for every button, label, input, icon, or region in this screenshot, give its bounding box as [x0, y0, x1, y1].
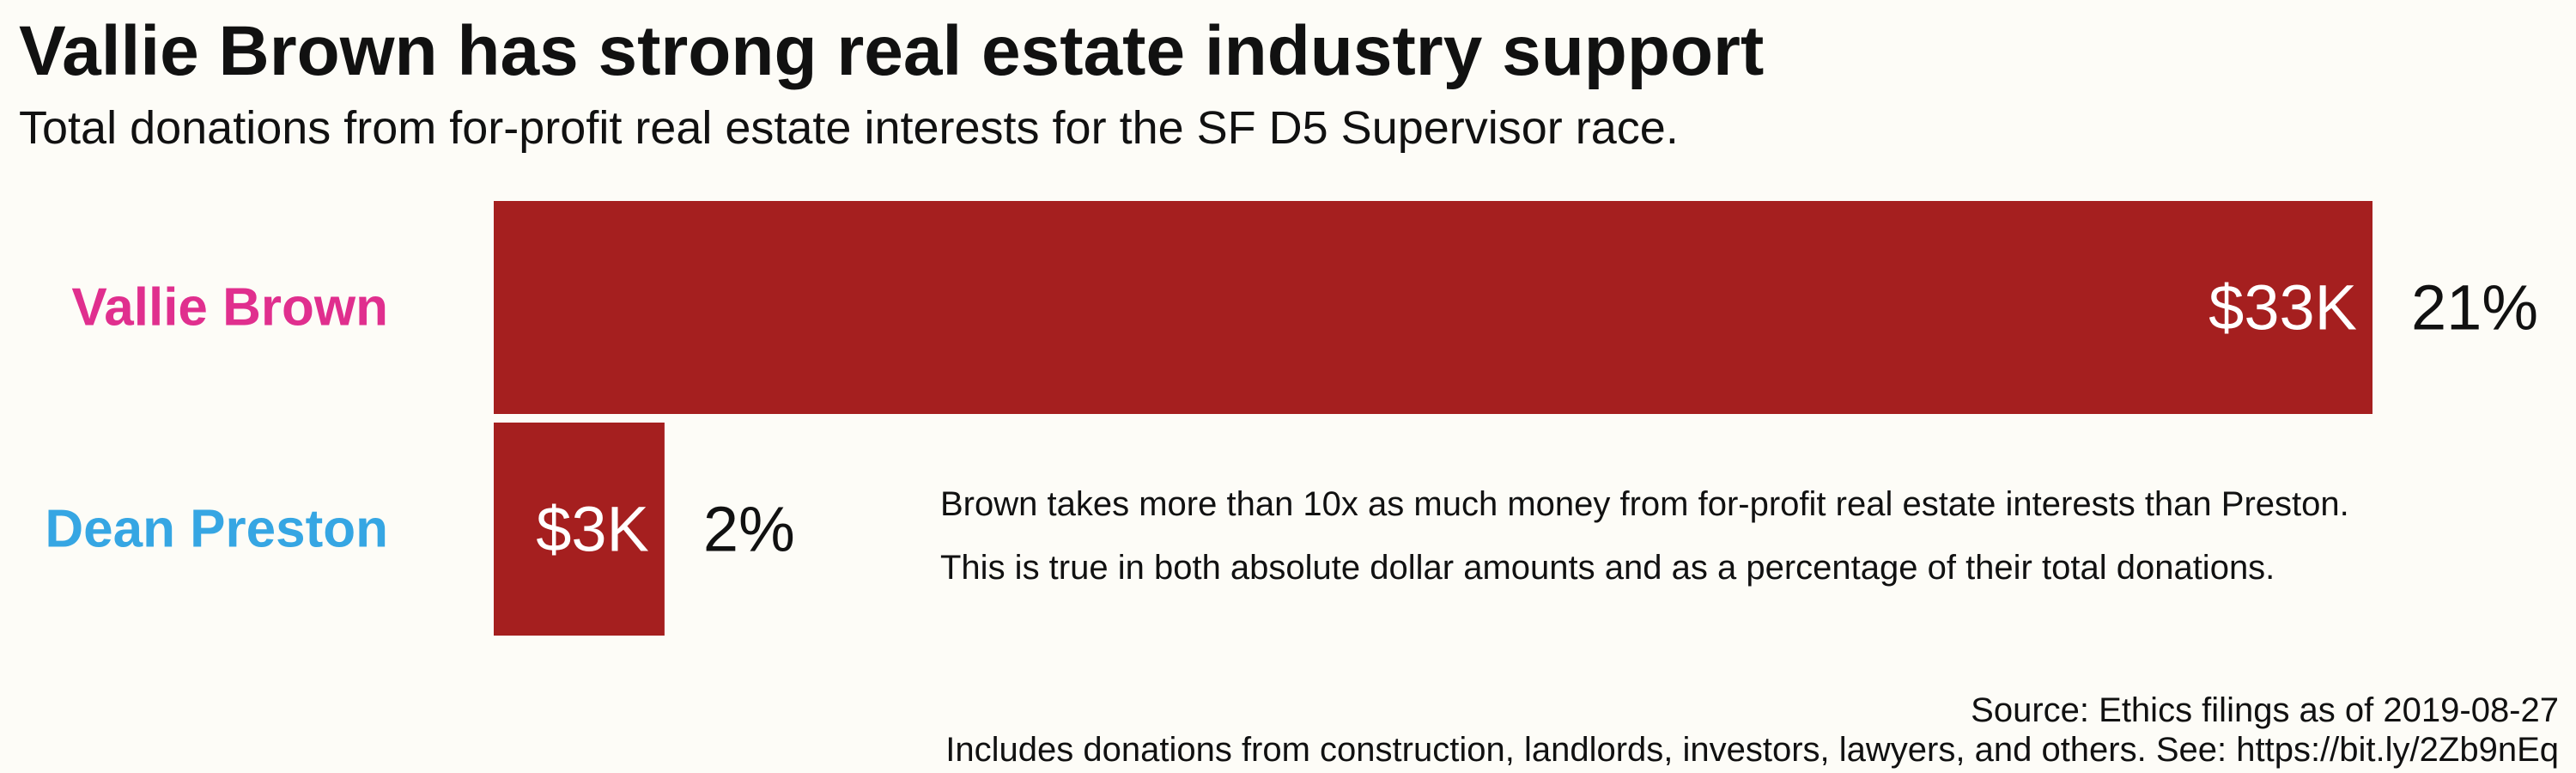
value-label-0: $33K [2208, 272, 2357, 344]
annotation-line-1: Brown takes more than 10x as much money … [940, 485, 2349, 523]
chart-footer: Source: Ethics filings as of 2019-08-27 … [945, 691, 2559, 770]
chart-annotation: Brown takes more than 10x as much money … [940, 472, 2503, 600]
annotation-line-2: This is true in both absolute dollar amo… [940, 549, 2275, 587]
value-label-1: $3K [536, 494, 649, 565]
source-note: Source: Ethics filings as of 2019-08-27 [1971, 691, 2559, 729]
category-label-1: Dean Preston [45, 500, 388, 559]
methodology-note: Includes donations from construction, la… [945, 731, 2559, 769]
bar-0 [494, 201, 2372, 414]
category-label-0: Vallie Brown [71, 278, 388, 338]
percent-label-1: 2% [703, 494, 795, 565]
percent-label-0: 21% [2411, 272, 2538, 344]
bar-chart: Vallie Brown $33K 21% Dean Preston $3K 2% [45, 201, 2538, 636]
